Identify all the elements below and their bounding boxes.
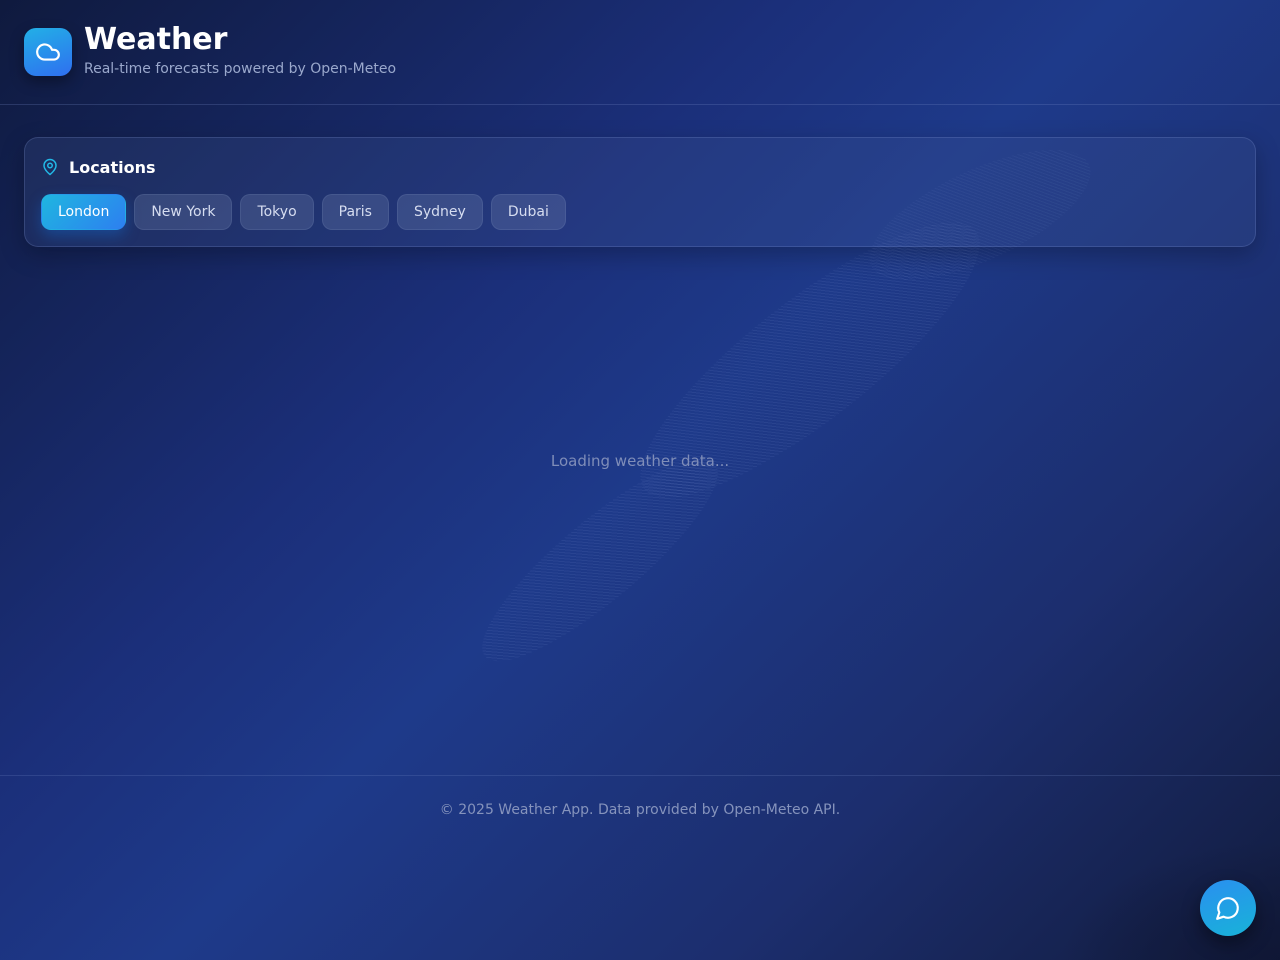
location-button-paris[interactable]: Paris [321, 194, 389, 230]
app-header: Weather Real-time forecasts powered by O… [0, 0, 1280, 105]
map-pin-icon [43, 158, 57, 176]
app-subtitle: Real-time forecasts powered by Open-Mete… [84, 61, 397, 77]
app-title: Weather [84, 22, 228, 57]
location-button-group: London New York Tokyo Paris Sydney Dubai [41, 194, 566, 230]
location-button-dubai[interactable]: Dubai [490, 194, 566, 230]
location-button-london[interactable]: London [41, 194, 127, 230]
location-button-sydney[interactable]: Sydney [396, 194, 483, 230]
background-streak [459, 432, 741, 688]
app-logo [24, 28, 72, 76]
loading-message: Loading weather data... [550, 452, 730, 470]
location-button-tokyo[interactable]: Tokyo [240, 194, 314, 230]
locations-card: Locations London New York Tokyo Paris Sy… [24, 137, 1256, 247]
cloud-icon [36, 43, 60, 61]
app-footer: © 2025 Weather App. Data provided by Ope… [0, 775, 1280, 845]
chat-button[interactable] [1200, 880, 1256, 936]
locations-title: Locations [69, 157, 156, 177]
location-button-new-york[interactable]: New York [134, 194, 233, 230]
chat-bubble-icon [1216, 897, 1239, 920]
footer-text: © 2025 Weather App. Data provided by Ope… [439, 802, 841, 818]
locations-header: Locations [41, 156, 156, 178]
